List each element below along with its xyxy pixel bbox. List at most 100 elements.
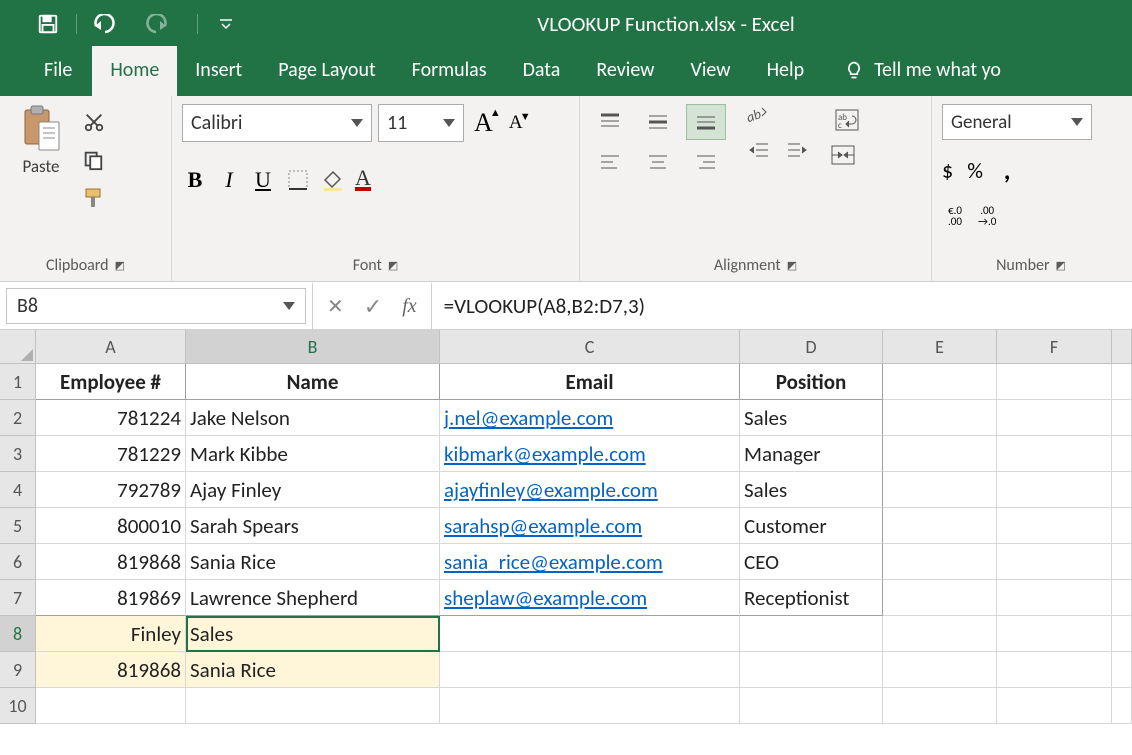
- col-header-A[interactable]: A: [36, 330, 186, 364]
- cell-D4[interactable]: Sales: [740, 472, 883, 508]
- enter-formula-button[interactable]: ✓: [364, 293, 382, 320]
- row-header-5[interactable]: 5: [0, 508, 36, 544]
- cell-D7[interactable]: Receptionist: [740, 580, 883, 616]
- cell-D6[interactable]: CEO: [740, 544, 883, 580]
- cell-C7[interactable]: sheplaw@example.com: [440, 580, 740, 616]
- col-header-E[interactable]: E: [883, 330, 997, 364]
- col-header-B[interactable]: B: [186, 330, 440, 364]
- formula-input[interactable]: =VLOOKUP(A8,B2:D7,3): [432, 293, 1132, 319]
- decrease-indent-button[interactable]: [744, 134, 774, 166]
- cell-F1[interactable]: [997, 364, 1112, 400]
- paste-button[interactable]: Paste: [10, 104, 72, 181]
- cell-A1[interactable]: Employee #: [36, 364, 186, 400]
- select-all-corner[interactable]: [0, 330, 36, 364]
- cell-C2[interactable]: j.nel@example.com: [440, 400, 740, 436]
- tab-home[interactable]: Home: [92, 46, 177, 96]
- cell-B3[interactable]: Mark Kibbe: [186, 436, 440, 472]
- cell-A6[interactable]: 819868: [36, 544, 186, 580]
- customize-qat-icon[interactable]: [212, 5, 240, 43]
- row-header-8[interactable]: 8: [0, 616, 36, 652]
- font-name-selector[interactable]: Calibri: [182, 104, 372, 142]
- cell-B1[interactable]: Name: [186, 364, 440, 400]
- comma-button[interactable]: ,: [994, 154, 1020, 186]
- cell-A10[interactable]: [36, 688, 186, 724]
- wrap-text-button[interactable]: abc: [830, 104, 864, 136]
- increase-indent-button[interactable]: [782, 134, 812, 166]
- align-left-button[interactable]: [590, 144, 630, 180]
- align-middle-button[interactable]: [638, 104, 678, 140]
- cell-D3[interactable]: Manager: [740, 436, 883, 472]
- redo-button[interactable]: [142, 5, 170, 43]
- tab-insert[interactable]: Insert: [177, 46, 260, 96]
- increase-font-button[interactable]: A▲: [470, 107, 497, 139]
- font-size-selector[interactable]: 11: [378, 104, 464, 142]
- cancel-formula-button[interactable]: ✕: [327, 294, 344, 319]
- decrease-font-button[interactable]: A▼: [503, 107, 529, 139]
- row-header-1[interactable]: 1: [0, 364, 36, 400]
- tab-data[interactable]: Data: [505, 46, 579, 96]
- format-painter-button[interactable]: [80, 184, 108, 212]
- cell-A5[interactable]: 800010: [36, 508, 186, 544]
- cell-C3[interactable]: kibmark@example.com: [440, 436, 740, 472]
- tab-review[interactable]: Review: [578, 46, 672, 96]
- decrease-decimal-button[interactable]: .00→.0: [974, 200, 1000, 232]
- tab-page-layout[interactable]: Page Layout: [260, 46, 393, 96]
- cell-C4[interactable]: ajayfinley@example.com: [440, 472, 740, 508]
- merge-button[interactable]: [830, 144, 864, 166]
- tell-me[interactable]: Tell me what yo: [826, 46, 1019, 96]
- cell-D5[interactable]: Customer: [740, 508, 883, 544]
- tab-file[interactable]: File: [24, 46, 92, 96]
- italic-button[interactable]: I: [216, 164, 242, 196]
- row-header-6[interactable]: 6: [0, 544, 36, 580]
- align-top-button[interactable]: [590, 104, 630, 140]
- cell-A9[interactable]: 819868: [36, 652, 186, 688]
- row-header-3[interactable]: 3: [0, 436, 36, 472]
- cell-D2[interactable]: Sales: [740, 400, 883, 436]
- cell-B5[interactable]: Sarah Spears: [186, 508, 440, 544]
- cell-B6[interactable]: Sania Rice: [186, 544, 440, 580]
- font-launcher-icon[interactable]: ◩: [388, 259, 398, 272]
- underline-button[interactable]: U: [250, 164, 276, 196]
- bold-button[interactable]: B: [182, 164, 208, 196]
- cell-B8[interactable]: Sales: [186, 616, 440, 652]
- col-header-C[interactable]: C: [440, 330, 740, 364]
- tab-help[interactable]: Help: [749, 46, 823, 96]
- cell-C5[interactable]: sarahsp@example.com: [440, 508, 740, 544]
- cut-button[interactable]: [80, 108, 108, 136]
- borders-button[interactable]: [287, 169, 312, 191]
- orientation-button[interactable]: ab: [744, 104, 812, 126]
- row-header-2[interactable]: 2: [0, 400, 36, 436]
- row-header-9[interactable]: 9: [0, 652, 36, 688]
- cell-C8[interactable]: [440, 616, 740, 652]
- cell-A3[interactable]: 781229: [36, 436, 186, 472]
- cell-B10[interactable]: [186, 688, 440, 724]
- cell-C1[interactable]: Email: [440, 364, 740, 400]
- cell-D9[interactable]: [740, 652, 883, 688]
- cell-B4[interactable]: Ajay Finley: [186, 472, 440, 508]
- cell-D8[interactable]: [740, 616, 883, 652]
- number-format-selector[interactable]: General: [942, 104, 1092, 140]
- cell-D10[interactable]: [740, 688, 883, 724]
- align-center-button[interactable]: [638, 144, 678, 180]
- increase-decimal-button[interactable]: €.0.00: [942, 200, 968, 232]
- cell-A7[interactable]: 819869: [36, 580, 186, 616]
- name-box[interactable]: B8: [6, 288, 306, 324]
- col-header-D[interactable]: D: [740, 330, 883, 364]
- cell-B9[interactable]: Sania Rice: [186, 652, 440, 688]
- number-launcher-icon[interactable]: ◩: [1056, 259, 1066, 272]
- font-color-button[interactable]: A: [355, 169, 374, 191]
- copy-button[interactable]: [80, 146, 108, 174]
- col-header-F[interactable]: F: [997, 330, 1112, 364]
- clipboard-launcher-icon[interactable]: ◩: [115, 259, 125, 272]
- cell-D1[interactable]: Position: [740, 364, 883, 400]
- tab-view[interactable]: View: [672, 46, 748, 96]
- percent-button[interactable]: %: [962, 154, 988, 186]
- cell-A2[interactable]: 781224: [36, 400, 186, 436]
- alignment-launcher-icon[interactable]: ◩: [787, 259, 797, 272]
- cell-C9[interactable]: [440, 652, 740, 688]
- cell-B2[interactable]: Jake Nelson: [186, 400, 440, 436]
- cell-A4[interactable]: 792789: [36, 472, 186, 508]
- currency-button[interactable]: $: [942, 157, 956, 184]
- row-header-7[interactable]: 7: [0, 580, 36, 616]
- cell-A8[interactable]: Finley: [36, 616, 186, 652]
